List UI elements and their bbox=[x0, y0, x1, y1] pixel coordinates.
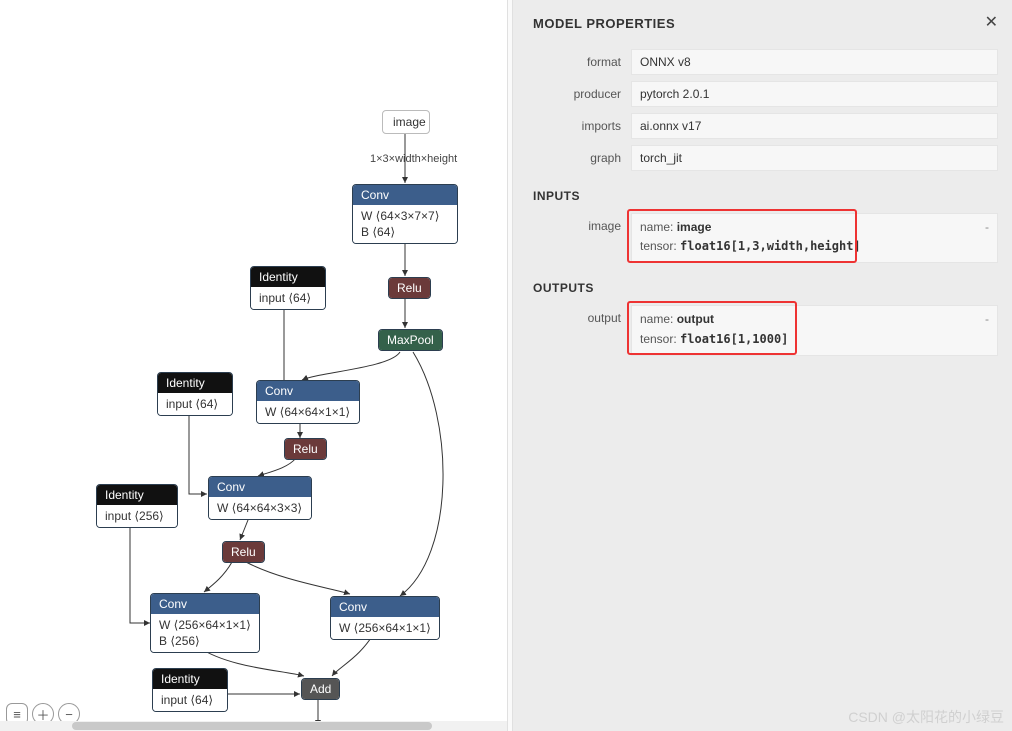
node-header: Add bbox=[302, 679, 339, 699]
node-header: Conv bbox=[331, 597, 439, 617]
properties-title: MODEL PROPERTIES bbox=[533, 16, 998, 31]
outputs-header: OUTPUTS bbox=[533, 281, 998, 295]
node-header: Identity bbox=[153, 669, 227, 689]
node-header: Relu bbox=[223, 542, 264, 562]
scrollbar-thumb[interactable] bbox=[72, 722, 432, 730]
node-header: Relu bbox=[389, 278, 430, 298]
node-attr-W: W ⟨64×64×1×1⟩ bbox=[257, 401, 359, 423]
node-header: Relu bbox=[285, 439, 326, 459]
node-identity3[interactable]: Identity input ⟨256⟩ bbox=[96, 484, 178, 528]
node-attr-input: input ⟨256⟩ bbox=[97, 505, 177, 527]
node-label: image bbox=[393, 115, 426, 129]
node-relu3[interactable]: Relu bbox=[222, 541, 265, 563]
node-attr-W: W ⟨64×3×7×7⟩ bbox=[361, 208, 449, 224]
node-maxpool[interactable]: MaxPool bbox=[378, 329, 443, 351]
collapse-icon[interactable]: - bbox=[985, 218, 989, 237]
input-image-details[interactable]: - name: image tensor: float16[1,3,width,… bbox=[631, 213, 998, 263]
output-details[interactable]: - name: output tensor: float16[1,1000] bbox=[631, 305, 998, 355]
horizontal-scrollbar[interactable] bbox=[0, 721, 507, 731]
collapse-icon[interactable]: - bbox=[985, 310, 989, 329]
value-producer[interactable]: pytorch 2.0.1 bbox=[631, 81, 998, 107]
node-relu2[interactable]: Relu bbox=[284, 438, 327, 460]
node-header: Conv bbox=[151, 594, 259, 614]
node-attr-input: input ⟨64⟩ bbox=[158, 393, 232, 415]
value-graph[interactable]: torch_jit bbox=[631, 145, 998, 171]
label-output: output bbox=[527, 305, 631, 325]
label-producer: producer bbox=[527, 87, 631, 101]
node-identity2[interactable]: Identity input ⟨64⟩ bbox=[157, 372, 233, 416]
label-format: format bbox=[527, 55, 631, 69]
node-attr-B: B ⟨256⟩ bbox=[159, 633, 251, 649]
inputs-header: INPUTS bbox=[533, 189, 998, 203]
edge-label-input-shape: 1×3×width×height bbox=[370, 153, 457, 165]
node-input-image[interactable]: image bbox=[382, 110, 430, 134]
node-relu1[interactable]: Relu bbox=[388, 277, 431, 299]
node-conv2[interactable]: Conv W ⟨64×64×1×1⟩ bbox=[256, 380, 360, 424]
node-conv1[interactable]: Conv W ⟨64×3×7×7⟩ B ⟨64⟩ bbox=[352, 184, 458, 244]
node-conv3[interactable]: Conv W ⟨64×64×3×3⟩ bbox=[208, 476, 312, 520]
node-header: Conv bbox=[209, 477, 311, 497]
node-attr-B: B ⟨64⟩ bbox=[361, 224, 449, 240]
node-header: MaxPool bbox=[379, 330, 442, 350]
node-conv5[interactable]: Conv W ⟨256×64×1×1⟩ bbox=[330, 596, 440, 640]
label-graph: graph bbox=[527, 151, 631, 165]
node-identity1[interactable]: Identity input ⟨64⟩ bbox=[250, 266, 326, 310]
node-attr-W: W ⟨256×64×1×1⟩ bbox=[331, 617, 439, 639]
properties-pane: MODEL PROPERTIES ✕ format ONNX v8 produc… bbox=[513, 0, 1012, 731]
node-header: Conv bbox=[353, 185, 457, 205]
node-identity4[interactable]: Identity input ⟨64⟩ bbox=[152, 668, 228, 712]
value-format[interactable]: ONNX v8 bbox=[631, 49, 998, 75]
node-attr-input: input ⟨64⟩ bbox=[251, 287, 325, 309]
label-imports: imports bbox=[527, 119, 631, 133]
close-icon[interactable]: ✕ bbox=[985, 12, 998, 32]
node-header: Identity bbox=[97, 485, 177, 505]
node-attr-input: input ⟨64⟩ bbox=[153, 689, 227, 711]
label-input-image: image bbox=[527, 213, 631, 233]
node-attr-W: W ⟨256×64×1×1⟩ bbox=[159, 617, 251, 633]
node-conv4[interactable]: Conv W ⟨256×64×1×1⟩ B ⟨256⟩ bbox=[150, 593, 260, 653]
graph-canvas[interactable]: image 1×3×width×height Conv W ⟨64×3×7×7⟩… bbox=[0, 0, 507, 731]
node-header: Identity bbox=[158, 373, 232, 393]
node-add[interactable]: Add bbox=[301, 678, 340, 700]
node-header: Conv bbox=[257, 381, 359, 401]
node-attr-W: W ⟨64×64×3×3⟩ bbox=[209, 497, 311, 519]
node-header: Identity bbox=[251, 267, 325, 287]
value-imports[interactable]: ai.onnx v17 bbox=[631, 113, 998, 139]
